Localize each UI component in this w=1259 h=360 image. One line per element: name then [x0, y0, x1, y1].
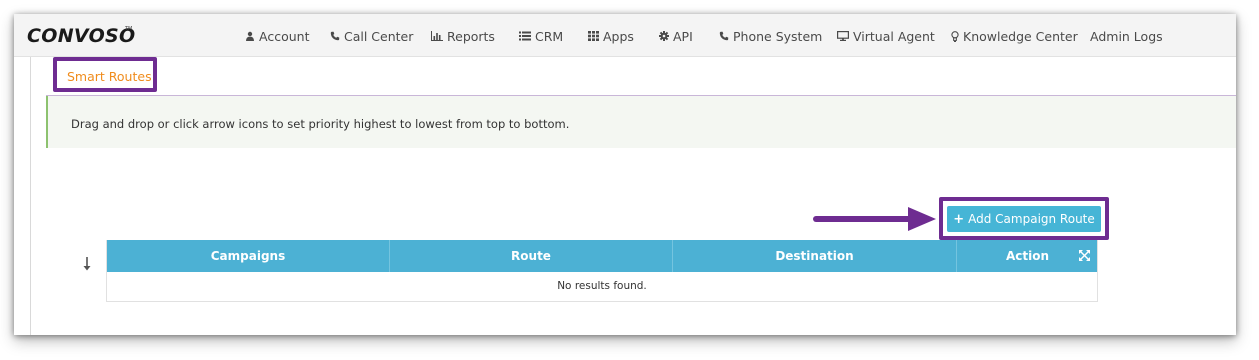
- info-alert: Drag and drop or click arrow icons to se…: [46, 96, 1236, 148]
- sort-down-icon[interactable]: [83, 257, 91, 271]
- nav-api[interactable]: API: [659, 28, 693, 44]
- lightbulb-icon: [951, 30, 959, 42]
- pointer-arrow-icon: [813, 207, 936, 231]
- left-divider: [30, 57, 31, 335]
- nav-call-center[interactable]: Call Center: [330, 28, 413, 44]
- nav-account-label: Account: [259, 28, 310, 44]
- empty-results-row: No results found.: [557, 280, 647, 292]
- nav-apps-label: Apps: [603, 28, 634, 44]
- phone-icon: [330, 31, 340, 41]
- nav-crm-label: CRM: [535, 28, 564, 44]
- column-header-action[interactable]: Action: [957, 240, 1098, 272]
- tab-smart-routes[interactable]: Smart Routes: [67, 69, 152, 84]
- phone-icon: [719, 31, 729, 41]
- nav-reports-label: Reports: [447, 28, 495, 44]
- plus-icon: +: [953, 211, 965, 227]
- expand-icon[interactable]: [1079, 250, 1090, 261]
- logo-trademark: TM: [125, 26, 133, 32]
- add-campaign-route-label: Add Campaign Route: [968, 212, 1095, 226]
- nav-apps[interactable]: Apps: [588, 28, 634, 44]
- routes-table: Campaigns Route Destination Action No re…: [106, 240, 1098, 302]
- convoso-logo[interactable]: CONVOSO: [27, 25, 135, 47]
- bar-chart-icon: [431, 31, 443, 41]
- add-campaign-route-highlight: + Add Campaign Route: [939, 197, 1109, 240]
- table-header: Campaigns Route Destination Action: [107, 240, 1097, 272]
- nav-call-center-label: Call Center: [344, 28, 414, 44]
- column-header-destination[interactable]: Destination: [673, 240, 957, 272]
- list-icon: [519, 31, 531, 41]
- smart-routes-tab-highlight: Smart Routes: [53, 57, 157, 92]
- monitor-icon: [837, 31, 849, 41]
- nav-virtual-agent-label: Virtual Agent: [853, 28, 935, 44]
- nav-reports[interactable]: Reports: [431, 28, 495, 44]
- column-header-route[interactable]: Route: [390, 240, 673, 272]
- nav-admin-logs-label: Admin Logs: [1090, 28, 1163, 44]
- nav-knowledge-center-label: Knowledge Center: [963, 28, 1078, 44]
- nav-api-label: API: [673, 28, 693, 44]
- info-text: Drag and drop or click arrow icons to se…: [71, 117, 570, 131]
- nav-crm[interactable]: CRM: [519, 28, 563, 44]
- gear-icon: [659, 31, 669, 41]
- nav-phone-system[interactable]: Phone System: [719, 28, 822, 44]
- add-campaign-route-button[interactable]: + Add Campaign Route: [947, 206, 1101, 232]
- user-icon: [246, 31, 254, 41]
- top-navigation: CONVOSO TM Account Call Center Reports C…: [14, 14, 1236, 57]
- nav-account[interactable]: Account: [245, 28, 309, 44]
- nav-phone-system-label: Phone System: [733, 28, 823, 44]
- nav-virtual-agent[interactable]: Virtual Agent: [837, 28, 935, 44]
- nav-admin-logs[interactable]: Admin Logs: [1090, 28, 1163, 44]
- app-window: CONVOSO TM Account Call Center Reports C…: [14, 14, 1236, 335]
- nav-knowledge-center[interactable]: Knowledge Center: [951, 28, 1078, 44]
- grid-icon: [588, 31, 599, 41]
- column-header-campaigns[interactable]: Campaigns: [107, 240, 390, 272]
